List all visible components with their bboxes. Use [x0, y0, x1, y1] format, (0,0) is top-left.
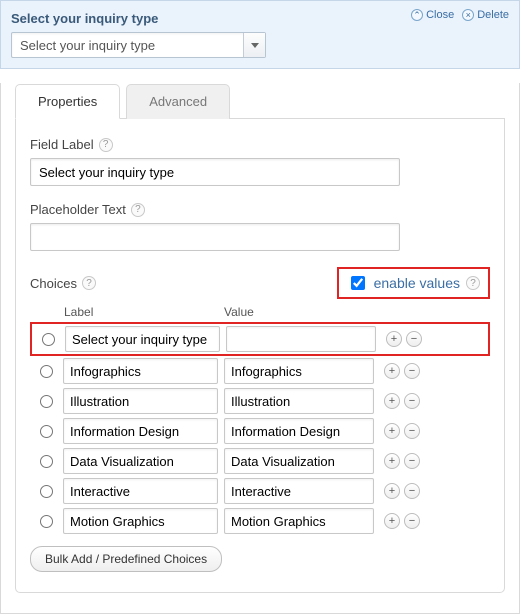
choice-value-input[interactable] — [224, 388, 374, 414]
enable-values-checkbox[interactable] — [351, 276, 365, 290]
choice-value-input[interactable] — [224, 418, 374, 444]
choices-header: Choices ? enable values ? — [30, 267, 490, 299]
choice-label-input[interactable] — [63, 478, 218, 504]
config-body: Properties Advanced Field Label ? Placeh… — [0, 83, 520, 614]
col-label-header: Label — [64, 305, 224, 319]
close-label: Close — [426, 9, 454, 21]
choice-row-actions: +− — [384, 513, 420, 529]
field-label-title-wrap: Field Label ? — [30, 137, 490, 152]
close-button[interactable]: ⌃ Close — [411, 9, 454, 21]
choice-row-actions: +− — [384, 393, 420, 409]
delete-label: Delete — [477, 9, 509, 21]
remove-choice-button[interactable]: − — [404, 513, 420, 529]
col-value-header: Value — [224, 305, 364, 319]
choices-section: Choices ? enable values ? Label Value +−… — [30, 267, 490, 572]
choice-label-input[interactable] — [65, 326, 220, 352]
preview-dropdown[interactable]: Select your inquiry type — [11, 32, 266, 58]
choices-title: Choices — [30, 276, 77, 291]
field-config-panel: Select your inquiry type ⌃ Close × Delet… — [0, 0, 520, 69]
placeholder-title: Placeholder Text — [30, 202, 126, 217]
delete-button[interactable]: × Delete — [462, 9, 509, 21]
field-label-row: Field Label ? — [30, 137, 490, 186]
choice-default-radio[interactable] — [40, 455, 53, 468]
panel-header: Select your inquiry type ⌃ Close × Delet… — [11, 9, 509, 32]
tab-advanced[interactable]: Advanced — [126, 84, 230, 119]
choice-row: +− — [30, 476, 490, 506]
remove-choice-button[interactable]: − — [404, 363, 420, 379]
choice-row-actions: +− — [384, 483, 420, 499]
choice-list: +−+−+−+−+−+−+− — [30, 322, 490, 536]
choice-row-actions: +− — [384, 423, 420, 439]
add-choice-button[interactable]: + — [384, 393, 400, 409]
add-choice-button[interactable]: + — [384, 363, 400, 379]
choice-label-input[interactable] — [63, 448, 218, 474]
field-label-input[interactable] — [30, 158, 400, 186]
choice-default-radio[interactable] — [40, 425, 53, 438]
panel-actions: ⌃ Close × Delete — [411, 9, 509, 21]
choice-row: +− — [30, 386, 490, 416]
choice-row-actions: +− — [384, 363, 420, 379]
enable-values-label: enable values — [374, 275, 460, 291]
choice-label-input[interactable] — [63, 508, 218, 534]
preview-dropdown-value: Select your inquiry type — [12, 38, 243, 53]
choice-value-input[interactable] — [224, 508, 374, 534]
remove-choice-button[interactable]: − — [406, 331, 422, 347]
choice-label-input[interactable] — [63, 418, 218, 444]
bulk-add-button[interactable]: Bulk Add / Predefined Choices — [30, 546, 222, 572]
placeholder-row: Placeholder Text ? — [30, 202, 490, 251]
add-choice-button[interactable]: + — [384, 483, 400, 499]
choice-label-input[interactable] — [63, 358, 218, 384]
remove-choice-button[interactable]: − — [404, 453, 420, 469]
choice-columns: Label Value — [30, 305, 490, 319]
choice-label-input[interactable] — [63, 388, 218, 414]
choice-default-radio[interactable] — [40, 485, 53, 498]
choice-default-radio[interactable] — [40, 515, 53, 528]
choice-value-input[interactable] — [224, 448, 374, 474]
tab-properties[interactable]: Properties — [15, 84, 120, 119]
placeholder-input[interactable] — [30, 223, 400, 251]
choices-title-wrap: Choices ? — [30, 276, 96, 291]
add-choice-button[interactable]: + — [384, 453, 400, 469]
choice-value-input[interactable] — [224, 478, 374, 504]
tab-content-properties: Field Label ? Placeholder Text ? Choices… — [15, 119, 505, 593]
close-icon: × — [462, 9, 474, 21]
choice-row: +− — [30, 416, 490, 446]
choice-default-radio[interactable] — [40, 365, 53, 378]
panel-title: Select your inquiry type — [11, 11, 158, 26]
choice-default-radio[interactable] — [42, 333, 55, 346]
remove-choice-button[interactable]: − — [404, 423, 420, 439]
choice-value-input[interactable] — [224, 358, 374, 384]
add-choice-button[interactable]: + — [384, 423, 400, 439]
choice-row-actions: +− — [386, 331, 422, 347]
add-choice-button[interactable]: + — [384, 513, 400, 529]
help-icon[interactable]: ? — [99, 138, 113, 152]
chevron-down-icon — [243, 33, 265, 57]
tab-bar: Properties Advanced — [15, 83, 505, 119]
choice-row-actions: +− — [384, 453, 420, 469]
choice-row: +− — [30, 322, 490, 356]
help-icon[interactable]: ? — [131, 203, 145, 217]
caret-up-icon: ⌃ — [411, 9, 423, 21]
choice-default-radio[interactable] — [40, 395, 53, 408]
choice-row: +− — [30, 446, 490, 476]
help-icon[interactable]: ? — [82, 276, 96, 290]
field-label-title: Field Label — [30, 137, 94, 152]
enable-values-highlight: enable values ? — [337, 267, 490, 299]
choice-row: +− — [30, 356, 490, 386]
placeholder-title-wrap: Placeholder Text ? — [30, 202, 490, 217]
choice-value-input[interactable] — [226, 326, 376, 352]
remove-choice-button[interactable]: − — [404, 483, 420, 499]
choice-row: +− — [30, 506, 490, 536]
remove-choice-button[interactable]: − — [404, 393, 420, 409]
add-choice-button[interactable]: + — [386, 331, 402, 347]
help-icon[interactable]: ? — [466, 276, 480, 290]
